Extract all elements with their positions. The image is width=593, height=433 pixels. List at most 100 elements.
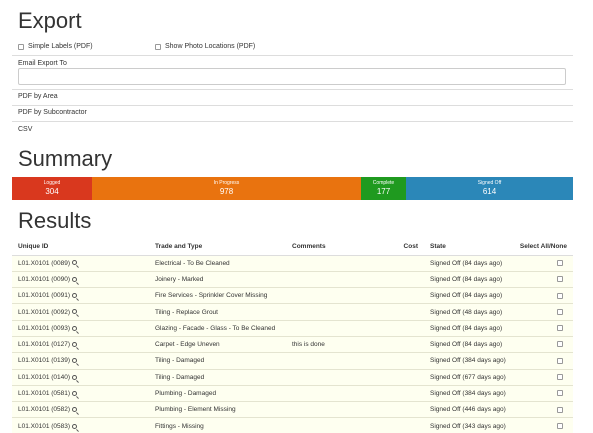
summary-segment-signed-off[interactable]: Signed Off 614 (406, 177, 573, 200)
row-select-checkbox[interactable] (557, 292, 563, 299)
select-cell (511, 335, 573, 353)
email-export-field[interactable] (18, 68, 566, 85)
simple-labels-label: Simple Labels (PDF) (28, 43, 93, 50)
cost-cell (358, 401, 424, 418)
row-select-checkbox[interactable] (557, 357, 563, 364)
search-icon[interactable] (72, 407, 78, 413)
search-icon[interactable] (72, 276, 78, 282)
comments-cell (286, 254, 358, 272)
cost-cell (358, 254, 424, 272)
unique-id-link[interactable]: L01.X0101 (0139) (18, 357, 70, 364)
search-icon[interactable] (72, 341, 78, 347)
summary-segment-in-progress[interactable]: In Progress 978 (92, 177, 361, 200)
table-row: L01.X0101 (0090) Joinery - Marked Signed O… (12, 270, 573, 288)
trade-type-cell: Fittings - Missing (149, 417, 286, 433)
state-cell: Signed Off (384 days ago) (424, 384, 512, 402)
comments-cell (286, 384, 358, 402)
unique-id-link[interactable]: L01.X0101 (0127) (18, 341, 70, 348)
unique-id-cell: L01.X0101 (0140) (12, 368, 149, 386)
unique-id-link[interactable]: L01.X0101 (0581) (18, 390, 70, 397)
comments-cell (286, 368, 358, 386)
trade-type-cell: Glazing - Facade - Glass - To Be Cleaned (149, 319, 286, 337)
unique-id-link[interactable]: L01.X0101 (0089) (18, 260, 70, 267)
table-row: L01.X0101 (0127) Carpet - Edge Uneven this… (12, 335, 573, 353)
comments-cell (286, 352, 358, 370)
simple-labels-checkbox[interactable] (18, 43, 24, 50)
unique-id-link[interactable]: L01.X0101 (0093) (18, 325, 70, 332)
cost-cell (358, 368, 424, 386)
segment-label: Logged (43, 180, 61, 186)
search-icon[interactable] (72, 423, 78, 429)
unique-id-cell: L01.X0101 (0092) (12, 303, 149, 321)
search-icon[interactable] (72, 390, 78, 396)
row-select-checkbox[interactable] (557, 423, 563, 430)
search-icon[interactable] (72, 293, 78, 299)
trade-type-cell: Tiling - Replace Grout (149, 303, 286, 321)
search-icon[interactable] (72, 325, 78, 331)
divider (12, 89, 573, 90)
select-cell (511, 384, 573, 402)
pdf-by-subcontractor-link[interactable]: PDF by Subcontractor (18, 109, 87, 116)
row-select-checkbox[interactable] (557, 325, 563, 332)
summary-segment-complete[interactable]: Complete 177 (361, 177, 406, 200)
segment-label: Signed Off (477, 180, 502, 186)
row-select-checkbox[interactable] (557, 308, 563, 315)
email-export-label: Email Export To (18, 60, 67, 67)
row-select-checkbox[interactable] (557, 341, 563, 348)
column-header-cost[interactable]: Cost (358, 238, 424, 256)
export-title: Export (18, 8, 82, 33)
comments-cell (286, 319, 358, 337)
search-icon[interactable] (72, 260, 78, 266)
csv-link[interactable]: CSV (18, 126, 32, 133)
row-select-checkbox[interactable] (557, 390, 563, 397)
column-header-unique-id[interactable]: Unique ID (12, 238, 149, 256)
search-icon[interactable] (72, 374, 78, 380)
show-photo-locations-option[interactable]: Show Photo Locations (PDF) (155, 43, 255, 50)
comments-cell (286, 270, 358, 288)
cost-cell (358, 303, 424, 321)
summary-segment-logged[interactable]: Logged 304 (12, 177, 92, 200)
pdf-by-area-link[interactable]: PDF by Area (18, 93, 58, 100)
cost-cell (358, 270, 424, 288)
trade-type-cell: Electrical - To Be Cleaned (149, 254, 286, 272)
row-select-checkbox[interactable] (557, 406, 563, 413)
unique-id-link[interactable]: L01.X0101 (0090) (18, 276, 70, 283)
select-cell (511, 352, 573, 370)
row-select-checkbox[interactable] (557, 276, 563, 283)
state-cell: Signed Off (384 days ago) (424, 352, 512, 370)
row-select-checkbox[interactable] (557, 374, 563, 380)
search-icon[interactable] (72, 358, 78, 364)
comments-cell: this is done (286, 335, 358, 353)
unique-id-link[interactable]: L01.X0101 (0583) (18, 423, 70, 430)
table-row: L01.X0101 (0581) Plumbing - Damaged Signed… (12, 384, 573, 402)
unique-id-cell: L01.X0101 (0581) (12, 384, 149, 402)
show-photo-locations-label: Show Photo Locations (PDF) (165, 43, 256, 50)
column-header-trade-type[interactable]: Trade and Type (149, 238, 286, 256)
cost-cell (358, 384, 424, 402)
unique-id-link[interactable]: L01.X0101 (0092) (18, 309, 70, 316)
state-cell: Signed Off (677 days ago) (424, 368, 512, 386)
segment-label: Complete (372, 180, 395, 186)
divider (12, 105, 573, 106)
unique-id-link[interactable]: L01.X0101 (0091) (18, 292, 70, 299)
segment-count: 614 (482, 187, 497, 196)
column-header-comments[interactable]: Comments (286, 238, 358, 256)
unique-id-link[interactable]: L01.X0101 (0582) (18, 406, 70, 413)
search-icon[interactable] (72, 309, 78, 315)
state-cell: Signed Off (84 days ago) (424, 254, 512, 272)
segment-count: 978 (219, 187, 234, 196)
table-row: L01.X0101 (0093) Glazing - Facade - Glass… (12, 319, 573, 337)
select-all-none-link[interactable]: Select All/None (511, 238, 573, 256)
show-photo-locations-checkbox[interactable] (155, 43, 161, 50)
cost-cell (358, 417, 424, 433)
table-row: L01.X0101 (0092) Tiling - Replace Grout Si… (12, 303, 573, 321)
column-header-state[interactable]: State (424, 238, 512, 256)
select-cell (511, 368, 573, 386)
row-select-checkbox[interactable] (557, 259, 563, 266)
simple-labels-option[interactable]: Simple Labels (PDF) (18, 43, 93, 50)
unique-id-link[interactable]: L01.X0101 (0140) (18, 374, 70, 381)
select-cell (511, 401, 573, 418)
comments-cell (286, 401, 358, 418)
unique-id-cell: L01.X0101 (0093) (12, 319, 149, 337)
segment-label: In Progress (213, 180, 240, 186)
